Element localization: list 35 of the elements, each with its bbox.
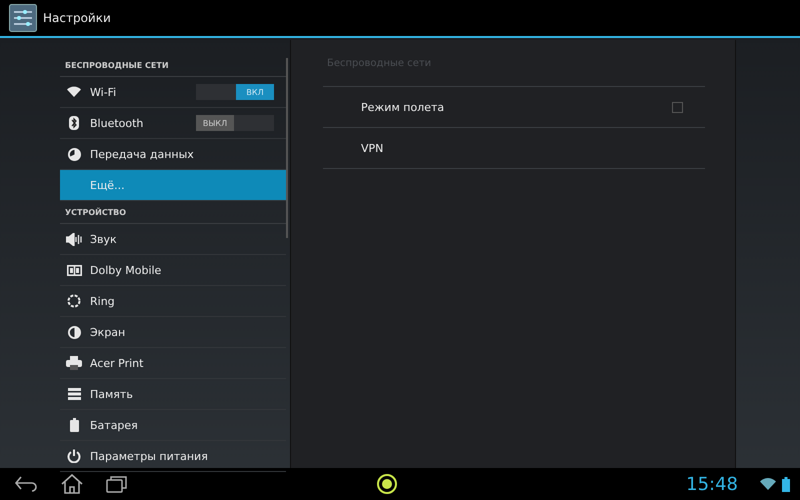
contrast-icon [68, 326, 80, 338]
settings-item[interactable]: Экран [60, 317, 286, 348]
list-icon [68, 388, 80, 400]
settings-item[interactable]: Память [60, 379, 286, 410]
window-title: Настройки [43, 11, 111, 25]
back-icon[interactable] [14, 475, 38, 493]
wifi-icon [67, 86, 81, 98]
settings-item[interactable]: Батарея [60, 410, 286, 441]
recent-apps-icon[interactable] [106, 475, 128, 493]
speaker-icon [66, 232, 82, 246]
section-header: УСТРОЙСТВО [60, 201, 286, 224]
section-header: БЕСПРОВОДНЫЕ СЕТИ [60, 54, 286, 77]
battery-icon [782, 476, 790, 492]
setting-label[interactable]: Режим полета [361, 100, 672, 114]
pie-chart-icon [68, 148, 80, 160]
bluetooth-icon [69, 116, 79, 130]
double-box-icon [66, 264, 82, 276]
printer-icon [66, 356, 82, 370]
settings-sliders-icon[interactable] [9, 4, 37, 32]
clock-time: 15:48 [686, 474, 738, 494]
settings-item[interactable]: Acer Print [60, 348, 286, 379]
toggle-switch[interactable]: ВЫКЛ [196, 115, 274, 131]
settings-item[interactable]: Bluetooth ВЫКЛ [60, 108, 286, 139]
wifi-icon [760, 478, 776, 490]
dotted-ring-icon [67, 294, 81, 308]
home-icon[interactable] [60, 474, 84, 494]
settings-item[interactable]: Ring [60, 286, 286, 317]
setting-label[interactable]: VPN [361, 142, 683, 154]
power-icon [67, 449, 81, 463]
checkbox[interactable] [672, 102, 683, 112]
settings-item[interactable]: Dolby Mobile [60, 255, 286, 286]
battery-icon [70, 418, 78, 432]
settings-item[interactable]: Wi-Fi ВКЛ [60, 77, 286, 108]
target-icon[interactable] [376, 473, 398, 495]
settings-item[interactable]: Звук [60, 224, 286, 255]
